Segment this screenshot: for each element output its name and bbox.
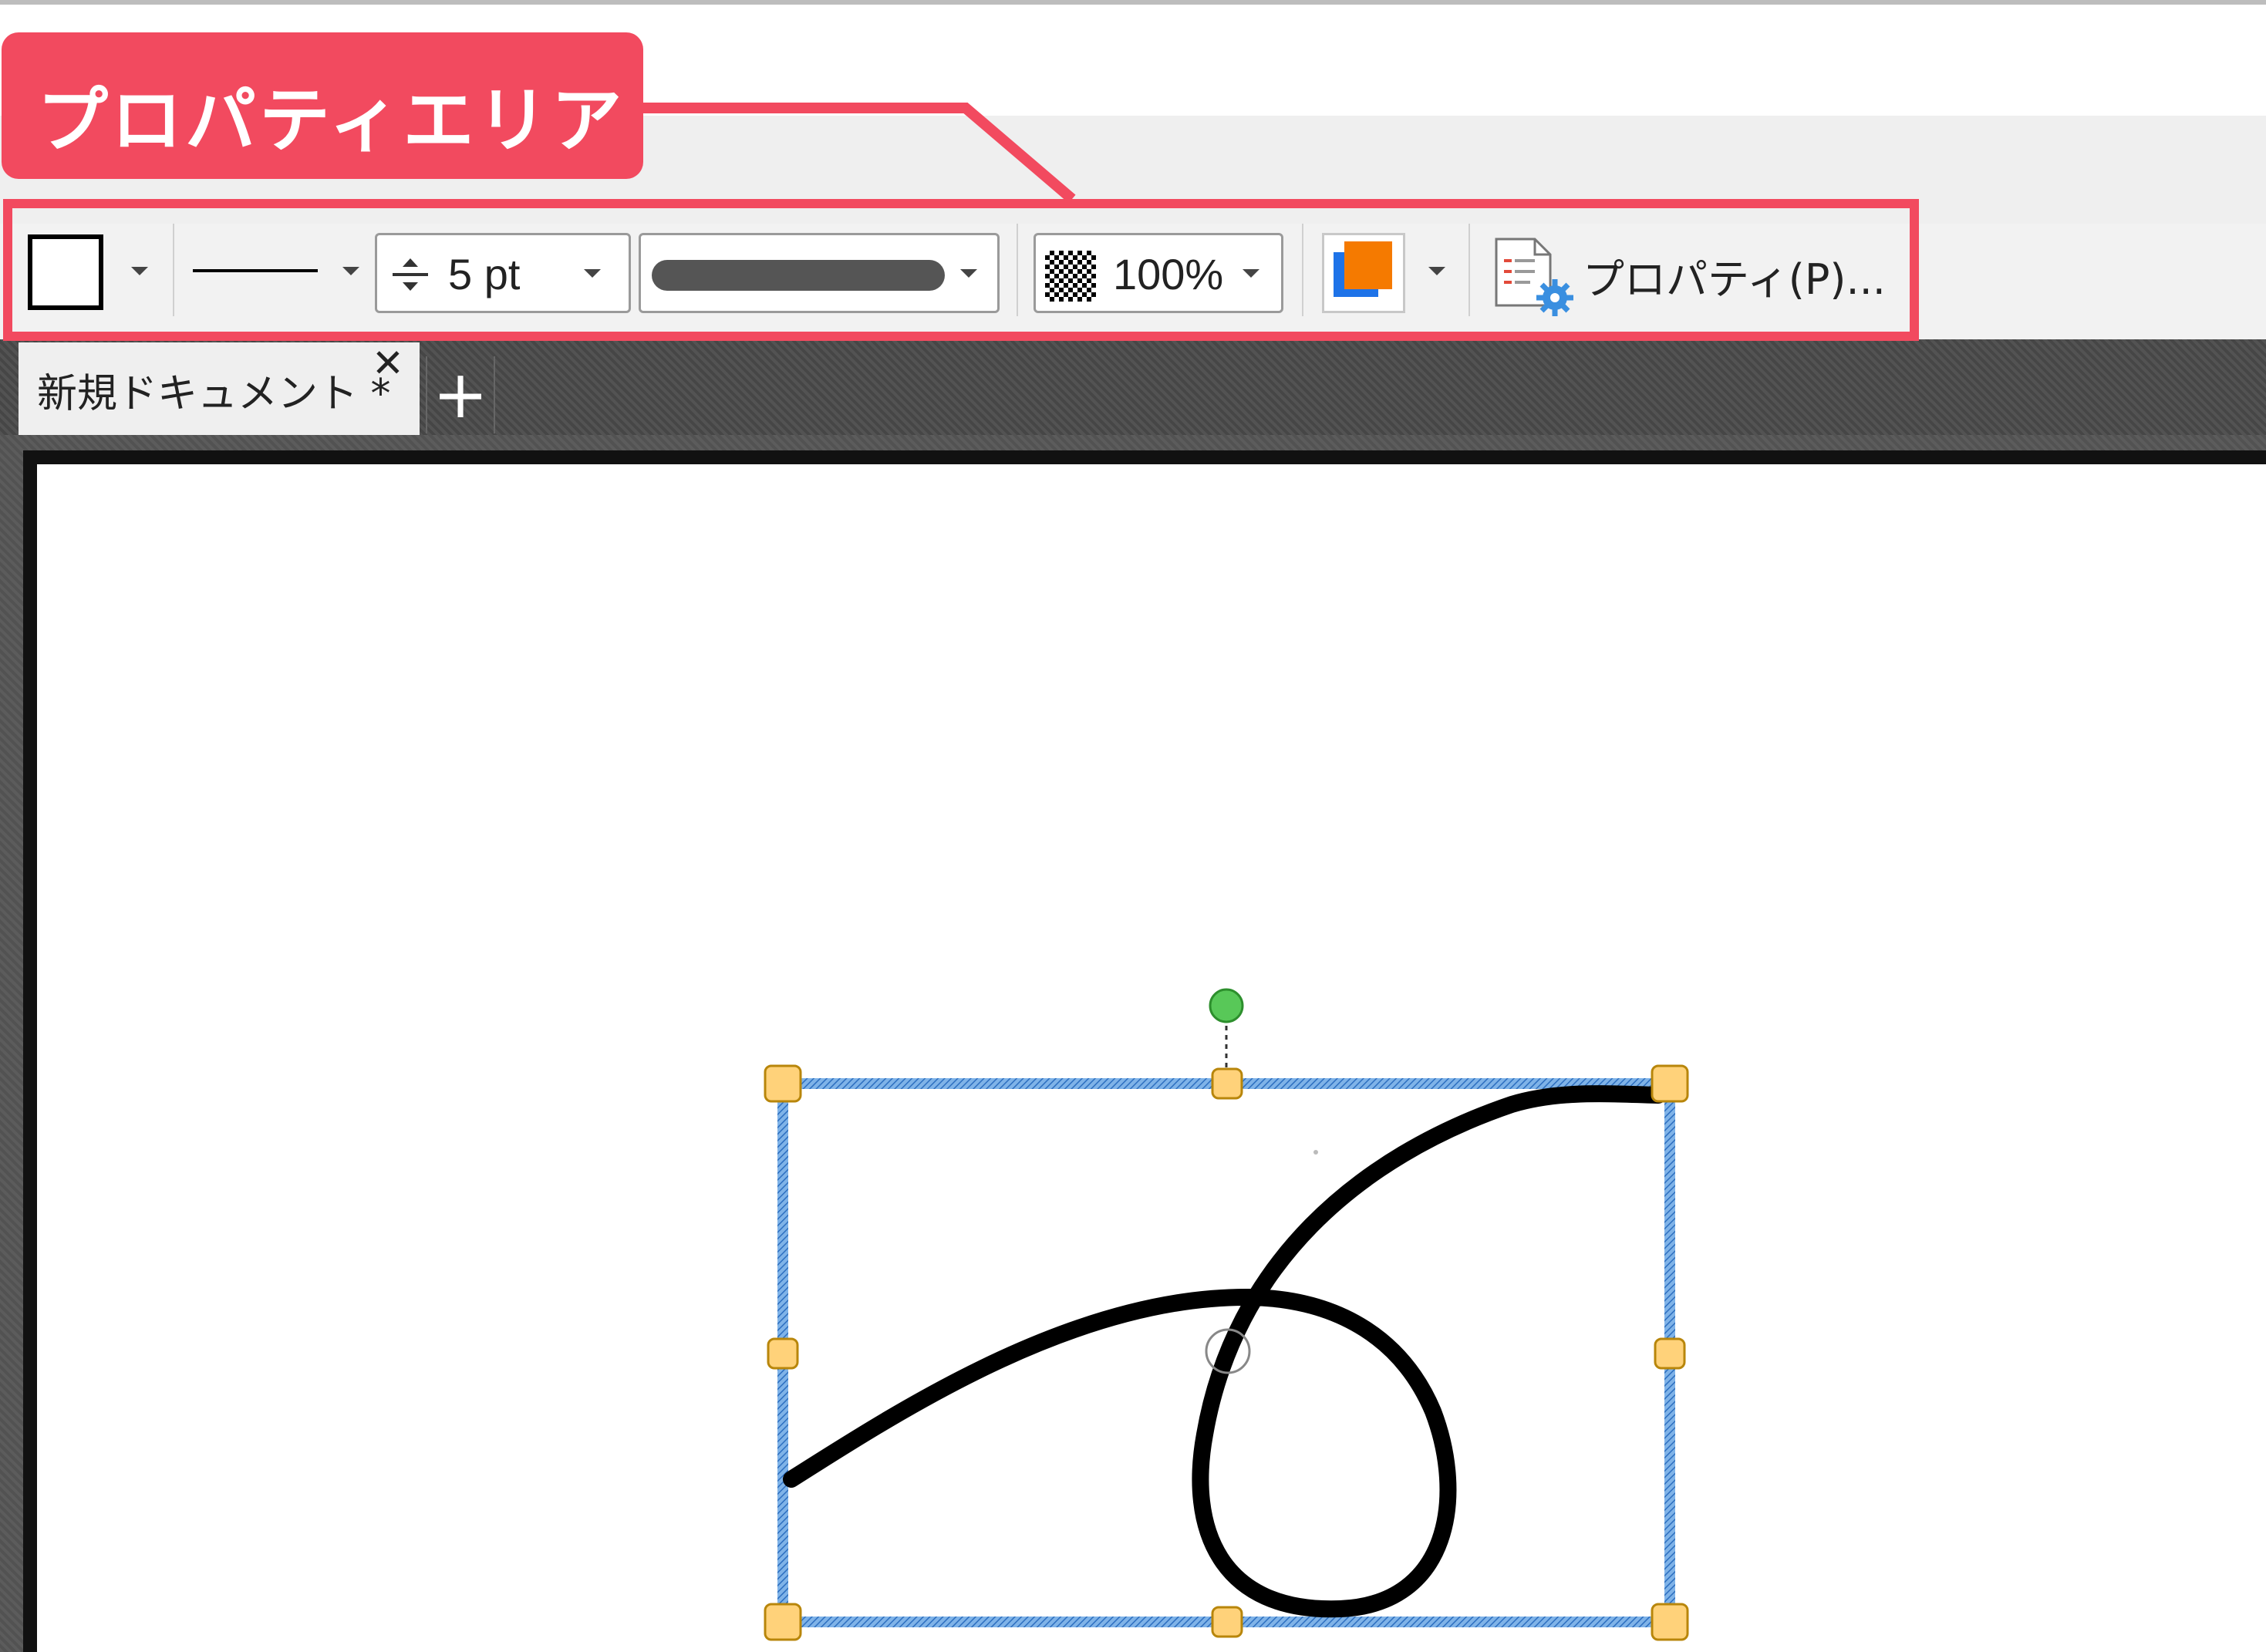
tab-new-document[interactable]: 新規ドキュメント * ✕ (19, 341, 420, 435)
tab-label: 新規ドキュメント * (37, 371, 391, 417)
resize-handle-bottom-left[interactable] (764, 1603, 802, 1641)
resize-handle-left[interactable] (767, 1337, 799, 1370)
annotation-callout: プロパティエリア (2, 32, 643, 179)
rotation-handle-icon[interactable] (1209, 988, 1244, 1023)
property-area-highlight (3, 199, 1919, 341)
drawing-canvas[interactable] (23, 450, 2266, 1652)
annotation-label: プロパティエリア (37, 79, 626, 162)
document-area (0, 435, 2266, 1652)
resize-handle-bottom[interactable] (1211, 1606, 1243, 1638)
close-icon[interactable]: ✕ (372, 341, 404, 386)
new-tab-button[interactable]: + (426, 356, 495, 433)
resize-handle-bottom-right[interactable] (1651, 1603, 1689, 1641)
resize-handle-right[interactable] (1654, 1337, 1686, 1370)
resize-handle-top[interactable] (1211, 1067, 1243, 1100)
resize-handle-top-right[interactable] (1651, 1064, 1689, 1103)
resize-handle-top-left[interactable] (764, 1064, 802, 1103)
